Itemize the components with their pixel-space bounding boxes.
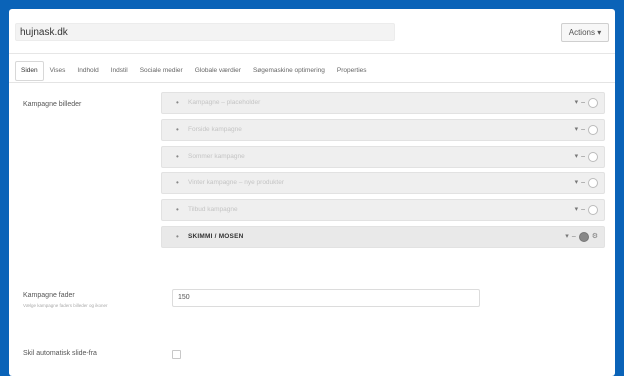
toggle-icon[interactable] <box>588 124 598 135</box>
bullet-icon: • <box>176 231 179 241</box>
campaign-fader-help: Vælge kampagne faders billeder og ikoner <box>23 303 108 308</box>
tab-vises[interactable]: Vises <box>44 61 72 81</box>
arrow-down-icon[interactable]: ▾ <box>575 204 579 216</box>
bullet-icon: • <box>176 205 179 215</box>
campaign-item[interactable]: • Tilbud kampagne ▾ – <box>161 199 605 222</box>
minus-icon[interactable]: – <box>581 97 585 109</box>
toggle-icon[interactable] <box>588 178 598 189</box>
arrow-down-icon[interactable]: ▾ <box>575 177 579 189</box>
campaign-name: Kampagne – placeholder <box>188 99 261 106</box>
tab-properties[interactable]: Properties <box>331 61 373 81</box>
arrow-down-icon[interactable]: ▾ <box>565 231 569 243</box>
campaign-name: SKIMMI / MOSEN <box>188 232 244 240</box>
campaign-item-selected[interactable]: • SKIMMI / MOSEN ▾ – ⚙ <box>161 225 605 248</box>
toggle-icon[interactable] <box>588 151 598 162</box>
tab-siden[interactable]: Siden <box>15 61 44 81</box>
campaign-fader-label: Kampagne fader <box>23 292 75 299</box>
minus-icon[interactable]: – <box>581 151 585 163</box>
minus-icon[interactable]: – <box>581 177 585 189</box>
campaign-list: • Kampagne – placeholder ▾ – • Forside ka… <box>161 92 605 253</box>
bullet-icon: • <box>176 178 179 188</box>
campaign-item[interactable]: • Vinter kampagne – nye produkter ▾ – <box>161 172 605 195</box>
tab-divider <box>9 82 615 83</box>
minus-icon[interactable]: – <box>581 124 585 136</box>
tab-seo[interactable]: Søgemaskine optimering <box>247 61 331 81</box>
arrow-down-icon[interactable]: ▾ <box>575 124 579 136</box>
toggle-icon[interactable] <box>588 205 598 216</box>
toggle-icon[interactable] <box>578 231 589 242</box>
campaign-name: Vinter kampagne – nye produkter <box>188 179 284 187</box>
campaign-name: Sommer kampagne <box>188 152 245 160</box>
campaign-name: Forside kampagne <box>188 125 242 133</box>
site-title-input[interactable]: hujnask.dk <box>15 23 395 41</box>
bullet-icon: • <box>176 124 179 134</box>
campaign-item[interactable]: • Kampagne – placeholder ▾ – <box>161 92 605 114</box>
campaign-name: Tilbud kampagne <box>188 206 238 214</box>
autohide-label: Skil automatisk slide-fra <box>23 350 97 357</box>
bullet-icon: • <box>176 98 179 107</box>
autohide-checkbox[interactable] <box>172 350 181 359</box>
toggle-icon[interactable] <box>588 98 598 108</box>
tab-indhold[interactable]: Indhold <box>71 61 104 81</box>
header-bar: hujnask.dk Actions ▾ <box>9 9 615 54</box>
tab-globale-vaerdier[interactable]: Globale værdier <box>189 61 247 81</box>
bullet-icon: • <box>176 151 179 161</box>
tab-bar: Siden Vises Indhold Indstil Sociale medi… <box>15 61 373 83</box>
tab-indstil[interactable]: Indstil <box>105 61 134 81</box>
campaign-images-label: Kampagne billeder <box>23 101 82 108</box>
editor-window: hujnask.dk Actions ▾ Siden Vises Indhold… <box>9 9 615 376</box>
arrow-down-icon[interactable]: ▾ <box>575 151 579 163</box>
actions-button[interactable]: Actions ▾ <box>561 23 609 42</box>
minus-icon[interactable]: – <box>581 204 585 216</box>
campaign-fader-input[interactable]: 150 <box>172 289 480 307</box>
arrow-down-icon[interactable]: ▾ <box>575 97 579 109</box>
tab-sociale-medier[interactable]: Sociale medier <box>134 61 189 81</box>
settings-icon[interactable]: ⚙ <box>592 231 598 243</box>
campaign-item[interactable]: • Forside kampagne ▾ – <box>161 118 605 141</box>
campaign-item[interactable]: • Sommer kampagne ▾ – <box>161 145 605 168</box>
minus-icon[interactable]: – <box>572 231 576 243</box>
